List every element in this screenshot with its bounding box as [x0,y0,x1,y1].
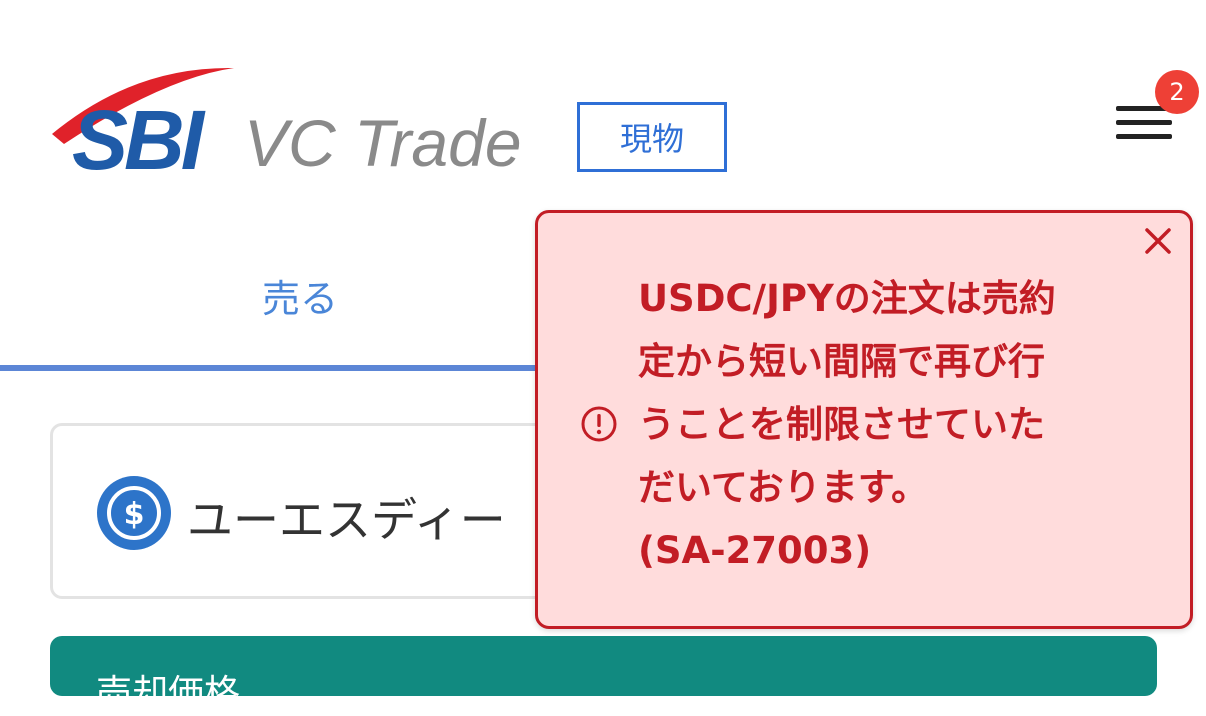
close-icon[interactable] [1140,223,1176,259]
sell-price-panel: 売却価格 [50,636,1157,714]
tab-sell[interactable]: 売る [0,250,600,340]
error-message-line: うことを制限させていた [638,403,1045,446]
error-code: (SA-27003) [638,529,872,572]
dollar-coin-icon: $ [97,476,171,550]
error-message-line: 定から短い間隔で再び行 [638,340,1045,383]
logo-sbi-text: SBI [72,93,204,187]
active-tab-indicator [0,365,600,371]
menu-bar [1116,120,1172,125]
exclamation-circle-icon [580,405,618,443]
menu-bar [1116,134,1172,139]
sell-price-label: 売却価格 [96,673,241,714]
error-message-line: だいております。 [638,466,929,509]
currency-name: ユーエスディー [187,493,506,547]
spot-mode-badge[interactable]: 現物 [577,102,727,172]
error-message-line: USDC/JPYの注文は売約 [638,277,1056,320]
error-message: USDC/JPYの注文は売約 定から短い間隔で再び行 うことを制限させていた だ… [638,267,1138,582]
currency-selector[interactable]: $ ユーエスディー [50,423,610,599]
sbi-vc-trade-logo[interactable]: SBI VC Trade [44,62,544,192]
logo-vc-trade-text: VC Trade [244,106,522,180]
svg-text:$: $ [124,497,145,532]
notification-count-badge: 2 [1155,70,1199,114]
error-alert: USDC/JPYの注文は売約 定から短い間隔で再び行 うことを制限させていた だ… [535,210,1193,629]
